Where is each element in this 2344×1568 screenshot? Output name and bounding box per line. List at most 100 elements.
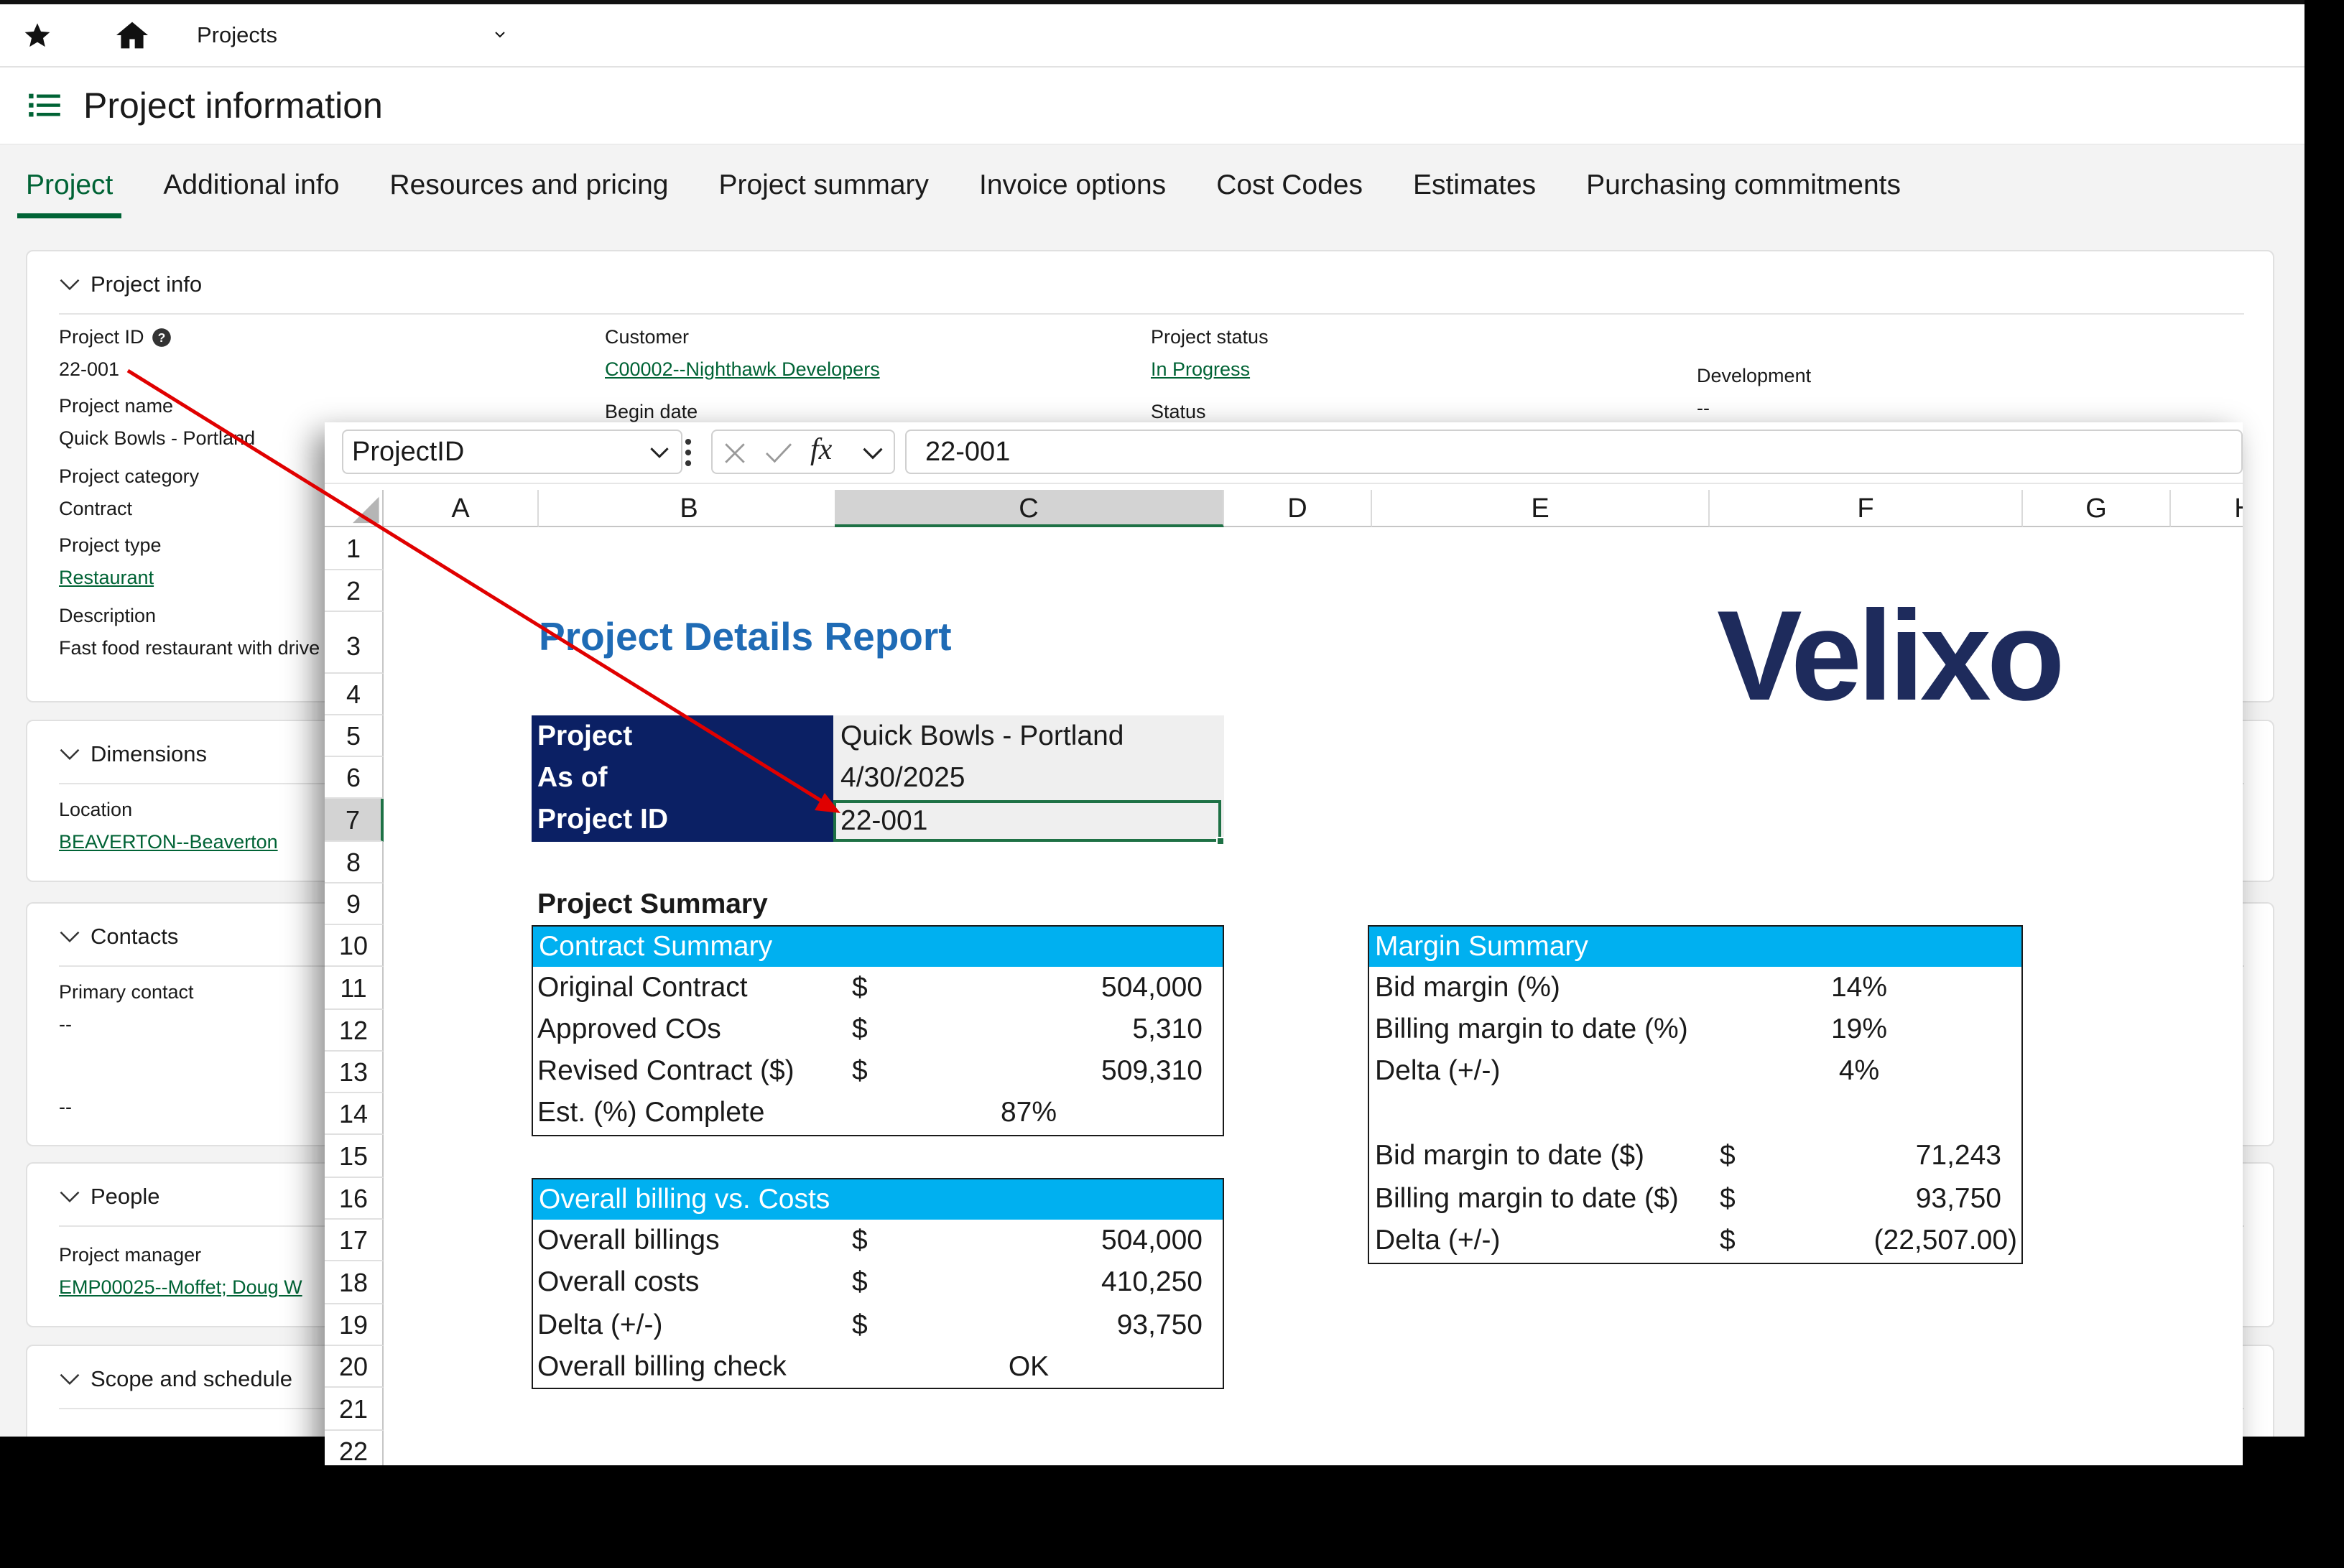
tab-estimates[interactable]: Estimates bbox=[1413, 164, 1536, 218]
row-header[interactable]: 9 bbox=[325, 883, 384, 925]
row-header[interactable]: 16 bbox=[325, 1178, 384, 1220]
tab-purchasing-commitments[interactable]: Purchasing commitments bbox=[1586, 164, 1901, 218]
row-header[interactable]: 22 bbox=[325, 1431, 384, 1465]
tab-project-summary[interactable]: Project summary bbox=[718, 164, 929, 218]
favorite-star-icon[interactable] bbox=[23, 21, 52, 50]
project-type-link[interactable]: Restaurant bbox=[59, 567, 162, 589]
select-all-corner[interactable] bbox=[325, 490, 384, 527]
row-header[interactable]: 21 bbox=[325, 1388, 384, 1431]
est-complete-value[interactable]: 87% bbox=[957, 1092, 1101, 1133]
chevron-down-icon[interactable] bbox=[862, 445, 884, 461]
row-header[interactable]: 11 bbox=[325, 967, 384, 1010]
confirm-check-icon[interactable] bbox=[764, 441, 793, 465]
chevron-down-icon[interactable] bbox=[649, 444, 670, 461]
field-label: Begin date bbox=[605, 401, 698, 422]
billing-margin-amt-label[interactable]: Billing margin to date ($) bbox=[1375, 1178, 1679, 1220]
row-header[interactable]: 14 bbox=[325, 1093, 384, 1135]
column-header-e[interactable]: E bbox=[1372, 490, 1710, 527]
margin-delta-pct-label[interactable]: Delta (+/-) bbox=[1375, 1050, 1500, 1092]
begin-date-field: Begin date bbox=[605, 401, 698, 423]
billing-margin-pct-value[interactable]: 19% bbox=[1787, 1008, 1931, 1050]
project-id-cell[interactable]: 22-001 bbox=[840, 800, 927, 842]
row-header[interactable]: 2 bbox=[325, 570, 384, 612]
tab-additional-info[interactable]: Additional info bbox=[163, 164, 339, 218]
billing-margin-pct-label[interactable]: Billing margin to date (%) bbox=[1375, 1008, 1688, 1050]
overall-billings-label[interactable]: Overall billings bbox=[537, 1220, 720, 1261]
row-header[interactable]: 12 bbox=[325, 1010, 384, 1052]
column-header-b[interactable]: B bbox=[539, 490, 840, 527]
people-section-toggle[interactable]: People bbox=[59, 1184, 160, 1210]
home-icon[interactable] bbox=[115, 19, 149, 51]
primary-contact-value: -- bbox=[59, 1013, 72, 1035]
name-box-value: ProjectID bbox=[352, 437, 465, 467]
column-header-d[interactable]: D bbox=[1224, 490, 1372, 527]
project-info-section-toggle[interactable]: Project info bbox=[59, 272, 202, 297]
est-complete-label[interactable]: Est. (%) Complete bbox=[537, 1092, 764, 1133]
margin-delta-amt-label[interactable]: Delta (+/-) bbox=[1375, 1220, 1500, 1261]
row-header[interactable]: 8 bbox=[325, 842, 384, 883]
column-header-c[interactable]: C bbox=[835, 490, 1224, 527]
overall-billings-value[interactable]: 504,000 bbox=[1043, 1220, 1203, 1261]
field-label: Project type bbox=[59, 534, 162, 556]
project-manager-link[interactable]: EMP00025--Moffet; Doug W bbox=[59, 1276, 302, 1299]
column-header-h[interactable]: H bbox=[2171, 490, 2243, 527]
original-contract-value[interactable]: 504,000 bbox=[1043, 967, 1203, 1008]
bid-margin-amt-label[interactable]: Bid margin to date ($) bbox=[1375, 1135, 1644, 1177]
row-header[interactable]: 4 bbox=[325, 674, 384, 715]
tab-project[interactable]: Project bbox=[17, 164, 122, 218]
column-header-a[interactable]: A bbox=[384, 490, 539, 527]
bid-margin-pct-label[interactable]: Bid margin (%) bbox=[1375, 967, 1560, 1008]
overall-costs-label[interactable]: Overall costs bbox=[537, 1261, 699, 1303]
billing-check-label[interactable]: Overall billing check bbox=[537, 1346, 787, 1388]
overall-costs-value[interactable]: 410,250 bbox=[1043, 1261, 1203, 1303]
module-selector[interactable]: Projects bbox=[197, 22, 277, 48]
row-header[interactable]: 13 bbox=[325, 1052, 384, 1093]
project-status-link[interactable]: In Progress bbox=[1151, 358, 1269, 381]
fill-handle[interactable] bbox=[1216, 837, 1225, 845]
cancel-icon[interactable] bbox=[723, 441, 747, 465]
tab-cost-codes[interactable]: Cost Codes bbox=[1216, 164, 1363, 218]
row-header[interactable]: 5 bbox=[325, 715, 384, 757]
list-menu-icon[interactable] bbox=[29, 91, 60, 120]
bid-margin-pct-value[interactable]: 14% bbox=[1787, 967, 1931, 1008]
project-name-cell[interactable]: Quick Bowls - Portland bbox=[840, 715, 1124, 757]
name-box[interactable]: ProjectID bbox=[342, 430, 682, 474]
row-header[interactable]: 3 bbox=[325, 612, 384, 674]
revised-contract-value[interactable]: 509,310 bbox=[1043, 1050, 1203, 1092]
approved-cos-value[interactable]: 5,310 bbox=[1043, 1008, 1203, 1050]
row-header[interactable]: 17 bbox=[325, 1220, 384, 1261]
row-header[interactable]: 10 bbox=[325, 925, 384, 967]
tab-resources-and-pricing[interactable]: Resources and pricing bbox=[389, 164, 668, 218]
original-contract-label[interactable]: Original Contract bbox=[537, 967, 748, 1008]
scope-section-toggle[interactable]: Scope and schedule bbox=[59, 1366, 292, 1392]
approved-cos-label[interactable]: Approved COs bbox=[537, 1008, 721, 1050]
asof-cell[interactable]: 4/30/2025 bbox=[840, 757, 965, 799]
formula-input[interactable]: 22-001 bbox=[905, 430, 2243, 474]
row-header[interactable]: 20 bbox=[325, 1346, 384, 1388]
dimensions-section-toggle[interactable]: Dimensions bbox=[59, 741, 207, 767]
bid-margin-amt-value[interactable]: 71,243 bbox=[1826, 1135, 2001, 1177]
help-icon[interactable]: ? bbox=[152, 328, 172, 348]
billing-delta-label[interactable]: Delta (+/-) bbox=[537, 1304, 662, 1346]
revised-contract-label[interactable]: Revised Contract ($) bbox=[537, 1050, 795, 1092]
contacts-section-toggle[interactable]: Contacts bbox=[59, 924, 178, 950]
column-header-g[interactable]: G bbox=[2023, 490, 2171, 527]
column-header-f[interactable]: F bbox=[1710, 490, 2023, 527]
row-header[interactable]: 6 bbox=[325, 757, 384, 799]
row-header[interactable]: 15 bbox=[325, 1135, 384, 1178]
more-options-icon[interactable] bbox=[678, 432, 698, 473]
row-header[interactable]: 1 bbox=[325, 527, 384, 570]
row-header[interactable]: 19 bbox=[325, 1304, 384, 1346]
billing-check-value[interactable]: OK bbox=[957, 1346, 1101, 1388]
margin-delta-pct-value[interactable]: 4% bbox=[1787, 1050, 1931, 1092]
tab-invoice-options[interactable]: Invoice options bbox=[979, 164, 1166, 218]
location-link[interactable]: BEAVERTON--Beaverton bbox=[59, 831, 278, 853]
billing-delta-value[interactable]: 93,750 bbox=[1043, 1304, 1203, 1346]
billing-margin-amt-value[interactable]: 93,750 bbox=[1826, 1178, 2001, 1220]
row-header[interactable]: 18 bbox=[325, 1261, 384, 1304]
chevron-down-icon[interactable] bbox=[491, 26, 509, 43]
margin-delta-amt-value[interactable]: (22,507.00) bbox=[1797, 1220, 2017, 1261]
insert-function-icon[interactable]: fx bbox=[810, 432, 832, 467]
customer-link[interactable]: C00002--Nighthawk Developers bbox=[605, 358, 880, 381]
row-header[interactable]: 7 bbox=[325, 799, 384, 842]
